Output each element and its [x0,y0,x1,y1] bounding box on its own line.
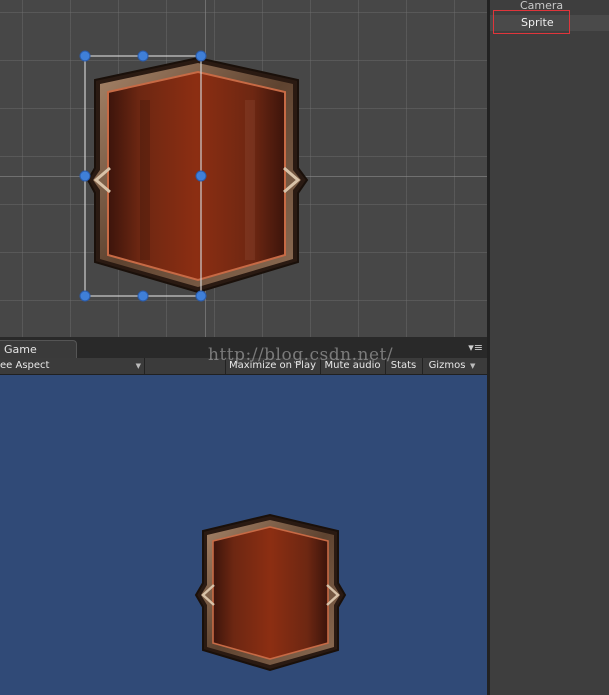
gizmos-label: Gizmos [428,360,466,371]
rect-handle [195,170,207,182]
chevron-down-icon: ▼ [135,362,141,370]
scene-canvas [79,50,309,302]
game-sprite-shield [194,513,347,672]
rect-handle [195,50,207,62]
rect-handle [79,290,91,302]
rect-handle [137,50,149,62]
rect-handle [195,290,207,302]
rect-handle [79,170,91,182]
aspect-dropdown[interactable]: ee Aspect ▼ [0,358,145,374]
rect-handle [137,290,149,302]
watermark: http://blog.csdn.net/ [208,345,394,365]
scene-view[interactable] [0,0,487,337]
game-canvas [194,513,347,672]
selection-highlight [493,10,570,34]
chevron-down-icon: ▼ [470,362,476,370]
tab-game[interactable]: Game [0,340,77,358]
panel-menu-icon[interactable]: ▾≡ [468,342,483,353]
hierarchy-panel: Camera Sprite [490,0,609,695]
aspect-label: ee Aspect [0,360,50,371]
rect-handle [79,50,91,62]
tab-game-label: Game [4,343,37,356]
stats-label: Stats [390,360,417,371]
game-view[interactable] [0,375,487,695]
